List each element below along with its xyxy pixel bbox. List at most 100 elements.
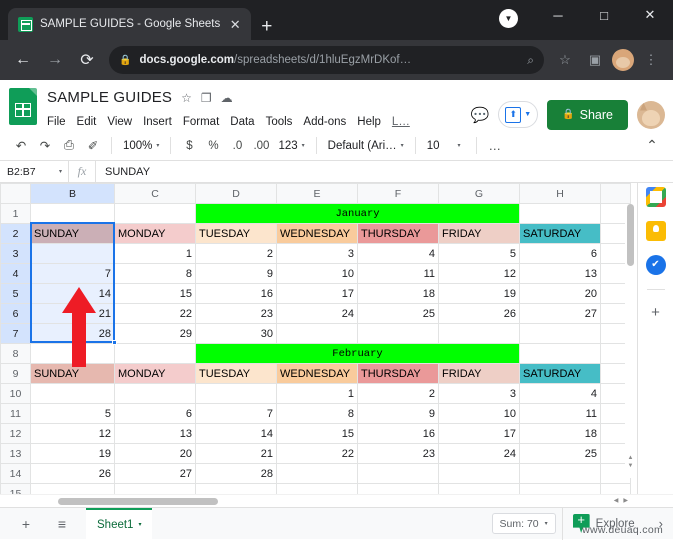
- cell-F14[interactable]: [357, 463, 439, 484]
- chevron-down-icon[interactable]: ▾: [59, 168, 62, 175]
- address-bar[interactable]: 🔒 docs.google.com/spreadsheets/d/1hluEgz…: [109, 46, 544, 74]
- cell-C11[interactable]: 6: [114, 403, 196, 424]
- cell-H5[interactable]: 20: [519, 283, 601, 304]
- cell-D15[interactable]: [195, 483, 277, 494]
- new-tab-button[interactable]: +: [261, 17, 272, 36]
- selection-fill-handle[interactable]: [112, 340, 117, 345]
- menu-help[interactable]: Help: [357, 116, 381, 128]
- currency-format-button[interactable]: $: [177, 134, 201, 158]
- cell-month-february[interactable]: February: [195, 343, 520, 364]
- cell-G6[interactable]: 26: [438, 303, 520, 324]
- column-header-H[interactable]: H: [519, 183, 601, 204]
- sheet-tab-sheet1[interactable]: Sheet1 ▾: [86, 508, 153, 539]
- cell-D9-tuesday[interactable]: TUESDAY: [195, 363, 277, 384]
- cell-F12[interactable]: 16: [357, 423, 439, 444]
- keep-icon[interactable]: [645, 221, 666, 241]
- cell-H6[interactable]: 27: [519, 303, 601, 324]
- browser-tab[interactable]: SAMPLE GUIDES - Google Sheets ✕: [8, 8, 252, 40]
- cell-B3[interactable]: [30, 243, 115, 264]
- row-header-9[interactable]: 9: [0, 363, 31, 384]
- zoom-selector[interactable]: 100% ▾: [118, 134, 164, 158]
- menu-view[interactable]: View: [107, 116, 132, 128]
- cell-G2-friday[interactable]: FRIDAY: [438, 223, 520, 244]
- cell-G5[interactable]: 19: [438, 283, 520, 304]
- cell-H4[interactable]: 13: [519, 263, 601, 284]
- cell-C8[interactable]: [114, 343, 196, 364]
- cell-G7[interactable]: [438, 323, 520, 344]
- cell-C6[interactable]: 22: [114, 303, 196, 324]
- cell-G9-friday[interactable]: FRIDAY: [438, 363, 520, 384]
- cell-F7[interactable]: [357, 323, 439, 344]
- cell-H8[interactable]: [519, 343, 601, 364]
- cell-B10[interactable]: [30, 383, 115, 404]
- spreadsheet-grid[interactable]: B C D E F G H 1 January 2 SUNDAY MONDAY …: [0, 183, 637, 494]
- cell-B4[interactable]: 7: [30, 263, 115, 284]
- cell-E4[interactable]: 10: [276, 263, 358, 284]
- vertical-scroll-thumb[interactable]: [627, 204, 634, 266]
- cell-F4[interactable]: 11: [357, 263, 439, 284]
- profile-avatar[interactable]: [612, 49, 634, 71]
- row-header-7[interactable]: 7: [0, 323, 31, 344]
- cell-E15[interactable]: [276, 483, 358, 494]
- cell-G12[interactable]: 17: [438, 423, 520, 444]
- cell-B7[interactable]: 28: [30, 323, 115, 344]
- cell-F3[interactable]: 4: [357, 243, 439, 264]
- cell-D6[interactable]: 23: [195, 303, 277, 324]
- cell-B5[interactable]: 14: [30, 283, 115, 304]
- cell-C12[interactable]: 13: [114, 423, 196, 444]
- cell-E6[interactable]: 24: [276, 303, 358, 324]
- cell-G14[interactable]: [438, 463, 520, 484]
- scroll-arrows[interactable]: ▲ ▼: [626, 454, 635, 470]
- cell-F2-thursday[interactable]: THURSDAY: [357, 223, 439, 244]
- document-title[interactable]: SAMPLE GUIDES: [47, 89, 172, 106]
- horizontal-scroll-arrows[interactable]: ◀▶: [614, 497, 633, 504]
- cell-C15[interactable]: [114, 483, 196, 494]
- cell-F15[interactable]: [357, 483, 439, 494]
- cell-E13[interactable]: 22: [276, 443, 358, 464]
- row-header-13[interactable]: 13: [0, 443, 31, 464]
- cell-B14[interactable]: 26: [30, 463, 115, 484]
- percent-format-button[interactable]: %: [201, 134, 225, 158]
- row-header-14[interactable]: 14: [0, 463, 31, 484]
- select-all-corner[interactable]: [0, 183, 31, 204]
- maximize-button[interactable]: □: [581, 0, 627, 30]
- row-header-5[interactable]: 5: [0, 283, 31, 304]
- comment-icon[interactable]: 💬: [471, 106, 490, 124]
- cell-month-january[interactable]: January: [195, 203, 520, 224]
- search-icon[interactable]: ⌕: [527, 53, 534, 68]
- cell-D7[interactable]: 30: [195, 323, 277, 344]
- undo-icon[interactable]: ↶: [9, 134, 33, 158]
- horizontal-scroll-track[interactable]: [31, 498, 623, 505]
- row-header-1[interactable]: 1: [0, 203, 31, 224]
- cell-I15[interactable]: [600, 483, 631, 494]
- tasks-icon[interactable]: ✔: [645, 255, 666, 275]
- cell-H11[interactable]: 11: [519, 403, 601, 424]
- cell-H15[interactable]: [519, 483, 601, 494]
- cell-D13[interactable]: 21: [195, 443, 277, 464]
- cell-G4[interactable]: 12: [438, 263, 520, 284]
- cell-H12[interactable]: 18: [519, 423, 601, 444]
- increase-decimal-button[interactable]: .00: [249, 134, 273, 158]
- minimize-button[interactable]: ─: [535, 0, 581, 30]
- row-header-6[interactable]: 6: [0, 303, 31, 324]
- bookmark-star-icon[interactable]: ☆: [552, 47, 578, 73]
- cell-G13[interactable]: 24: [438, 443, 520, 464]
- cell-C2-monday[interactable]: MONDAY: [114, 223, 196, 244]
- cell-H3[interactable]: 6: [519, 243, 601, 264]
- cell-E11[interactable]: 8: [276, 403, 358, 424]
- menu-addons[interactable]: Add-ons: [303, 116, 346, 128]
- paint-format-icon[interactable]: ✐: [81, 134, 105, 158]
- column-header-D[interactable]: D: [195, 183, 277, 204]
- cell-E14[interactable]: [276, 463, 358, 484]
- share-button[interactable]: 🔒 Share: [547, 99, 628, 130]
- cell-E3[interactable]: 3: [276, 243, 358, 264]
- cell-D12[interactable]: 14: [195, 423, 277, 444]
- cell-D11[interactable]: 7: [195, 403, 277, 424]
- browser-menu-icon[interactable]: ⋮: [638, 47, 664, 73]
- cell-D4[interactable]: 9: [195, 263, 277, 284]
- formula-input[interactable]: SUNDAY: [96, 166, 150, 178]
- cell-F5[interactable]: 18: [357, 283, 439, 304]
- menu-insert[interactable]: Insert: [143, 116, 172, 128]
- cell-G3[interactable]: 5: [438, 243, 520, 264]
- font-size-selector[interactable]: 10 ▾: [422, 134, 470, 158]
